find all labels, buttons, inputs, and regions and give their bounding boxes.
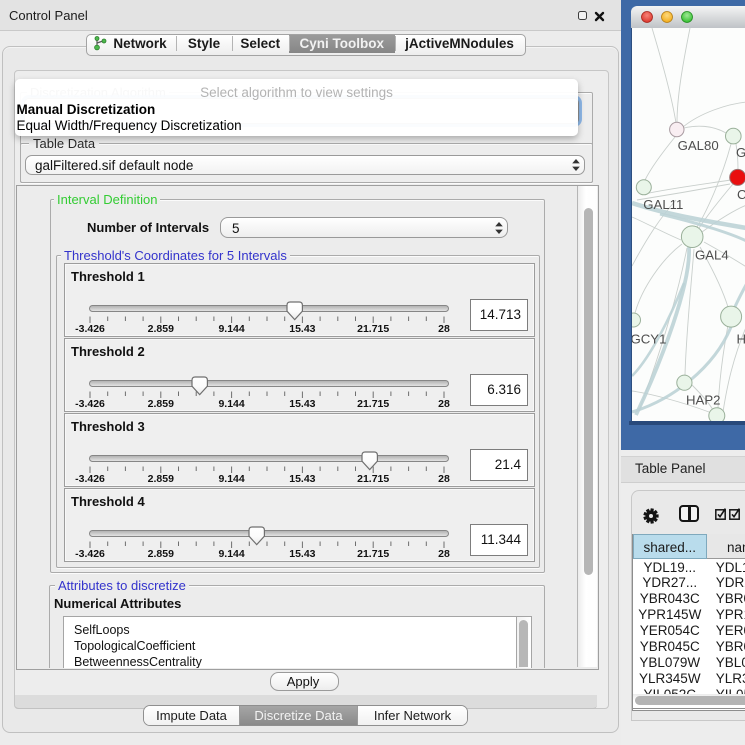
svg-text:CA: CA [737, 187, 745, 202]
svg-text:GA: GA [736, 145, 745, 160]
svg-text:GAL80: GAL80 [677, 138, 718, 153]
svg-text:GCY1: GCY1 [632, 331, 666, 346]
svg-text:HAP2: HAP2 [686, 392, 720, 407]
svg-text:GAL4: GAL4 [695, 247, 729, 262]
svg-text:GAL11: GAL11 [643, 197, 683, 212]
svg-text:H: H [736, 331, 745, 346]
